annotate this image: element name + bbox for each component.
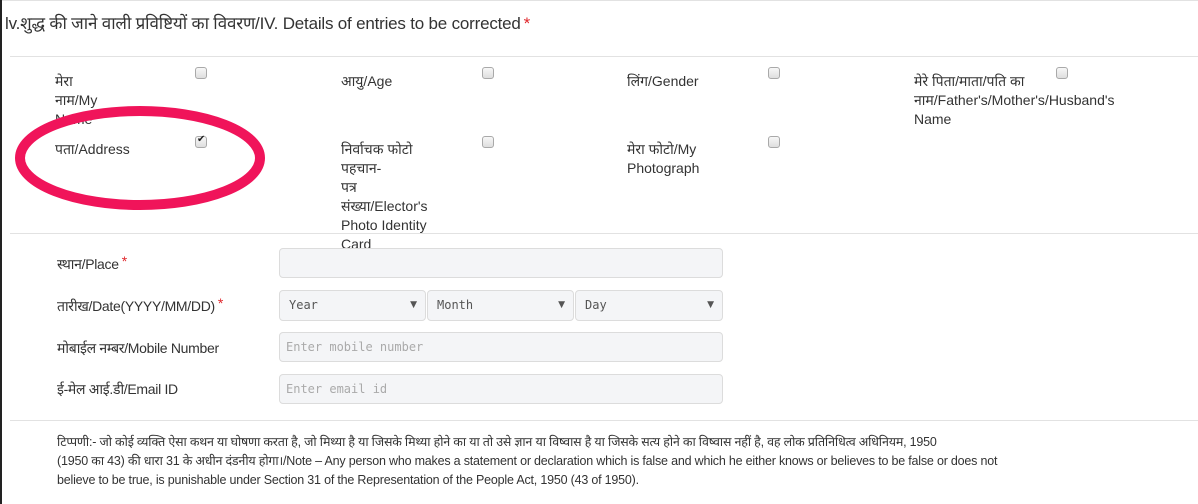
top-divider — [2, 0, 1198, 1]
age-checkbox[interactable] — [482, 67, 494, 79]
note-line: टिप्पणी:- जो कोई व्यक्ति ऐसा कथन या घोषण… — [57, 435, 937, 449]
year-select[interactable]: Year ▼ — [279, 290, 426, 321]
chevron-down-icon: ▼ — [707, 300, 714, 310]
label-line: पता/Address — [55, 141, 130, 157]
entry-label: मेरा फोटो/My Photograph — [627, 140, 699, 178]
label-line: पत्र संख्या/Elector's — [341, 179, 428, 214]
email-input[interactable]: Enter email id — [279, 374, 723, 404]
note-line: (1950 का 43) की धारा 31 के अधीन दंडनीय ह… — [57, 454, 998, 468]
date-label-text: तारीख/Date(YYYY/MM/DD) — [57, 298, 215, 314]
chevron-down-icon: ▼ — [410, 300, 417, 310]
day-select[interactable]: Day ▼ — [575, 290, 723, 321]
label-line: नाम/Father's/Mother's/Husband's — [914, 92, 1115, 108]
label-line: Name — [914, 111, 952, 127]
mobile-label: मोबाईल नम्बर/Mobile Number — [57, 339, 219, 358]
entry-label: मेरा नाम/My Name — [55, 72, 97, 129]
label-line: मेरा फोटो/My — [627, 141, 697, 157]
my-name-checkbox[interactable] — [195, 67, 207, 79]
label-line: लिंग/Gender — [627, 73, 699, 89]
email-label-text: ई-मेल आई.डी/Email ID — [57, 381, 178, 397]
epic-number-checkbox[interactable] — [482, 136, 494, 148]
photograph-checkbox[interactable] — [768, 136, 780, 148]
mobile-number-input[interactable]: Enter mobile number — [279, 332, 723, 362]
divider — [10, 420, 1198, 421]
form-section: lv.शुद्ध की जाने वाली प्रविष्टियों का वि… — [0, 0, 1198, 504]
legal-note: टिप्पणी:- जो कोई व्यक्ति ऐसा कथन या घोषण… — [57, 433, 1167, 490]
label-line: मेरे पिता/माता/पति का — [914, 73, 1025, 89]
gender-checkbox[interactable] — [768, 67, 780, 79]
year-select-value: Year — [289, 298, 318, 312]
note-line: believe to be true, is punishable under … — [57, 473, 639, 487]
day-select-value: Day — [585, 298, 607, 312]
place-label: स्थान/Place * — [57, 253, 127, 274]
label-line: Photograph — [627, 160, 700, 176]
label-line: आयु/Age — [341, 73, 393, 89]
divider — [10, 56, 1198, 57]
month-select[interactable]: Month ▼ — [427, 290, 574, 321]
required-mark: * — [523, 14, 531, 33]
required-mark: * — [217, 295, 224, 311]
highlight-ellipse-annotation — [15, 106, 265, 210]
mobile-label-text: मोबाईल नम्बर/Mobile Number — [57, 340, 219, 356]
month-select-value: Month — [437, 298, 474, 312]
section-title-text: lv.शुद्ध की जाने वाली प्रविष्टियों का वि… — [5, 14, 521, 33]
label-line: मेरा नाम/My Name — [55, 73, 98, 127]
place-input[interactable] — [279, 248, 723, 278]
relative-name-checkbox[interactable] — [1056, 67, 1068, 79]
entry-label: लिंग/Gender — [627, 72, 699, 91]
entry-label: मेरे पिता/माता/पति का नाम/Father's/Mothe… — [914, 72, 1115, 129]
email-label: ई-मेल आई.डी/Email ID — [57, 380, 178, 399]
section-title: lv.शुद्ध की जाने वाली प्रविष्टियों का वि… — [5, 11, 530, 34]
address-checkbox[interactable] — [195, 134, 207, 148]
place-label-text: स्थान/Place — [57, 256, 119, 272]
entry-label: आयु/Age — [341, 72, 392, 91]
label-line: निर्वाचक फोटो पहचान- — [341, 141, 413, 176]
required-mark: * — [121, 253, 127, 269]
entry-label: पता/Address — [55, 140, 130, 159]
chevron-down-icon: ▼ — [558, 300, 565, 310]
date-label: तारीख/Date(YYYY/MM/DD) * — [57, 295, 224, 316]
divider — [10, 233, 1198, 234]
